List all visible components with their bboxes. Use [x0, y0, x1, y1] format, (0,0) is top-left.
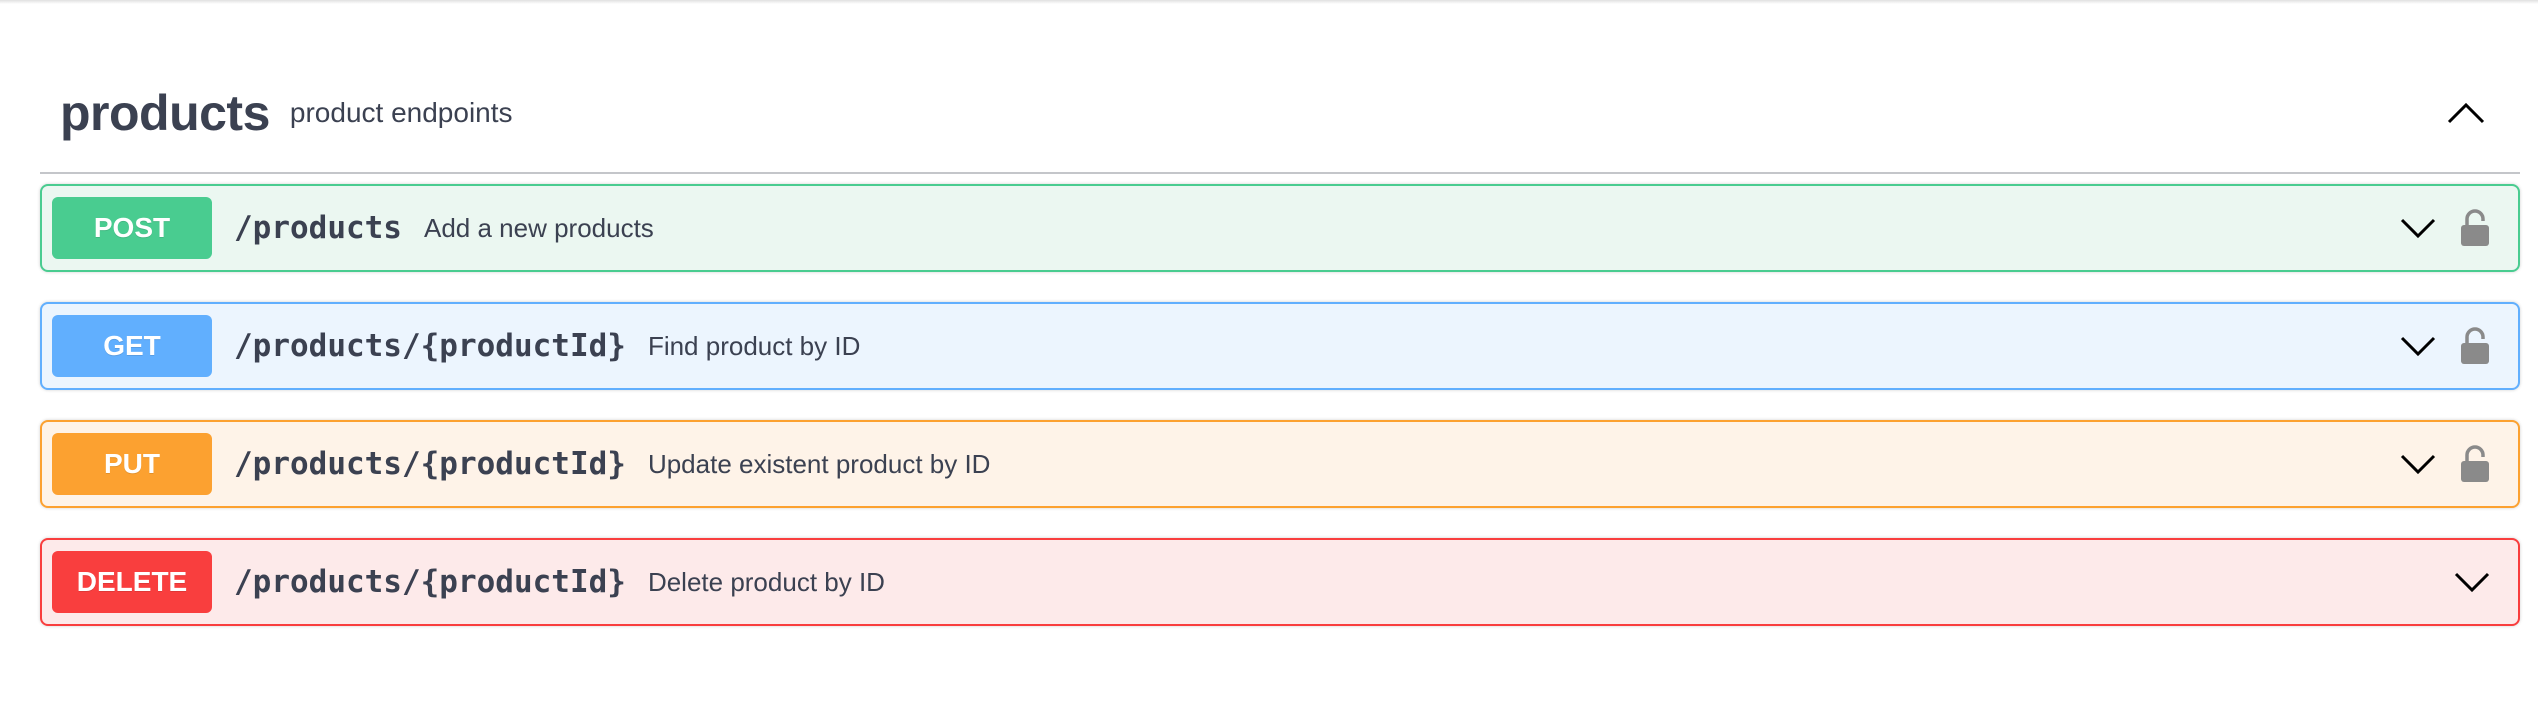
lock-icon[interactable] [2460, 327, 2490, 365]
chevron-down-icon[interactable] [2400, 217, 2436, 239]
operation-icons [2400, 327, 2490, 365]
products-tag-section: products product endpoints POST /product… [40, 54, 2520, 656]
tag-name: products [60, 85, 270, 141]
operation-delete-product[interactable]: DELETE /products/{productId} Delete prod… [40, 538, 2520, 626]
operation-path: /products/{productId} [234, 564, 626, 600]
method-badge: GET [52, 315, 212, 377]
operations-list: POST /products Add a new products GET /p… [40, 184, 2520, 626]
method-badge: DELETE [52, 551, 212, 613]
chevron-down-icon[interactable] [2400, 335, 2436, 357]
method-badge: PUT [52, 433, 212, 495]
operation-icons [2400, 209, 2490, 247]
operation-path: /products/{productId} [234, 446, 626, 482]
operation-summary: Find product by ID [647, 330, 861, 361]
tag-header-products[interactable]: products product endpoints [40, 54, 2520, 174]
operation-put-product[interactable]: PUT /products/{productId} Update existen… [40, 420, 2520, 508]
operation-path: /products/{productId} [234, 328, 626, 364]
lock-icon[interactable] [2460, 209, 2490, 247]
tag-description: product endpoints [289, 97, 513, 128]
chevron-down-icon[interactable] [2400, 453, 2436, 475]
operation-icons [2454, 571, 2490, 593]
operation-icons [2400, 445, 2490, 483]
top-shadow [0, 0, 2538, 4]
operation-post-products[interactable]: POST /products Add a new products [40, 184, 2520, 272]
lock-icon[interactable] [2460, 445, 2490, 483]
operation-get-product[interactable]: GET /products/{productId} Find product b… [40, 302, 2520, 390]
chevron-down-icon[interactable] [2454, 571, 2490, 593]
operation-summary: Delete product by ID [647, 566, 885, 597]
chevron-up-icon[interactable] [2436, 83, 2496, 143]
operation-summary: Update existent product by ID [647, 448, 991, 479]
method-badge: POST [52, 197, 212, 259]
operation-path: /products [234, 210, 402, 246]
operation-summary: Add a new products [423, 212, 654, 243]
